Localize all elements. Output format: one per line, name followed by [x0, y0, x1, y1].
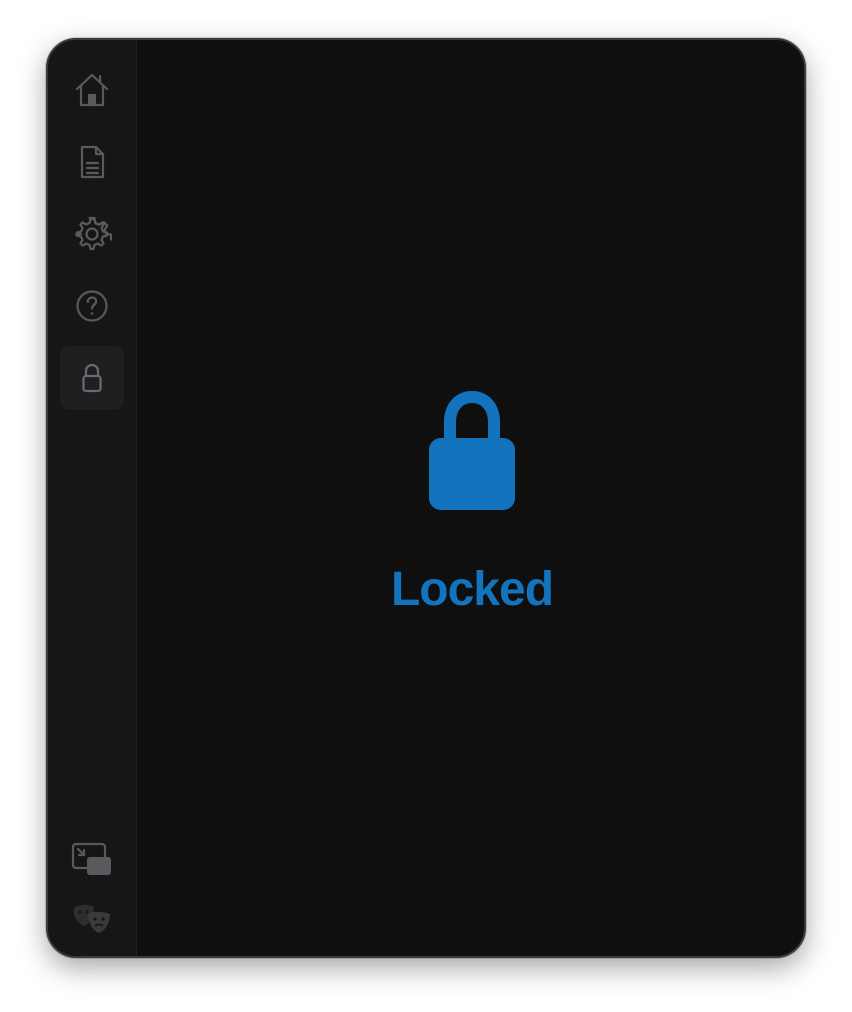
main-content: Locked [137, 40, 804, 956]
document-icon [80, 145, 105, 179]
sidebar-item-settings[interactable] [60, 202, 124, 266]
sidebar-item-home[interactable] [60, 58, 124, 122]
sidebar-item-help[interactable] [60, 274, 124, 338]
picture-in-picture-button[interactable] [68, 836, 116, 884]
lock-icon [429, 390, 515, 510]
sidebar-item-documents[interactable] [60, 130, 124, 194]
lock-icon [82, 363, 102, 393]
gear-icon [74, 216, 112, 251]
picture-in-picture-icon [71, 842, 111, 875]
sidebar-item-lock[interactable] [60, 346, 124, 410]
help-icon [76, 290, 108, 322]
app-window: Locked [46, 38, 806, 958]
sidebar [48, 40, 137, 956]
locked-title: Locked [390, 563, 554, 616]
home-icon [75, 73, 109, 107]
theater-masks-icon [73, 904, 110, 933]
theater-masks-button[interactable] [68, 896, 116, 944]
